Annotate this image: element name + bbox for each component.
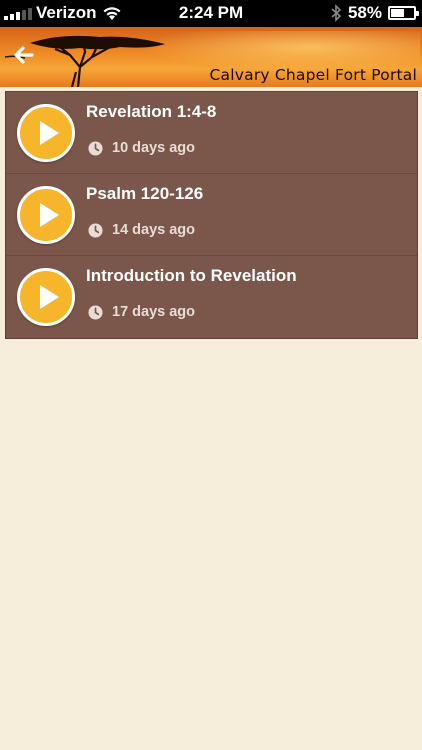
clock-icon — [88, 140, 103, 156]
battery-percent: 58% — [347, 3, 382, 22]
play-icon — [39, 121, 59, 145]
play-icon — [39, 285, 59, 309]
sermon-meta: 17 days ago — [88, 304, 195, 320]
arrow-left-icon — [14, 46, 34, 64]
sermon-title: Introduction to Revelation — [86, 266, 297, 285]
play-button[interactable] — [17, 186, 75, 244]
play-icon — [39, 203, 59, 227]
sermon-list: Revelation 1:4-8 10 days ago Psalm 120-1… — [5, 91, 418, 339]
list-item[interactable]: Revelation 1:4-8 10 days ago — [6, 92, 417, 174]
clock-icon — [88, 222, 103, 238]
sermon-title: Psalm 120-126 — [86, 184, 204, 203]
app-header: Calvary Chapel Fort Portal — [0, 27, 422, 87]
status-bar: Verizon 2:24 PM 58% — [0, 0, 422, 27]
sermon-age: 10 days ago — [112, 140, 196, 156]
back-button[interactable] — [10, 42, 36, 68]
status-right: 58% — [330, 3, 419, 23]
bluetooth-icon — [331, 4, 342, 22]
sermon-age: 17 days ago — [112, 304, 196, 320]
battery-icon — [388, 6, 419, 20]
list-item[interactable]: Psalm 120-126 14 days ago — [6, 174, 417, 256]
clock-icon — [88, 304, 103, 320]
sermon-title: Revelation 1:4-8 — [86, 102, 217, 121]
play-button[interactable] — [17, 104, 75, 162]
sermon-meta: 10 days ago — [88, 140, 195, 156]
play-button[interactable] — [17, 268, 75, 326]
sermon-age: 14 days ago — [112, 222, 196, 238]
page-title: Calvary Chapel Fort Portal — [209, 66, 417, 84]
sermon-meta: 14 days ago — [88, 222, 195, 238]
list-item[interactable]: Introduction to Revelation 17 days ago — [6, 256, 417, 338]
